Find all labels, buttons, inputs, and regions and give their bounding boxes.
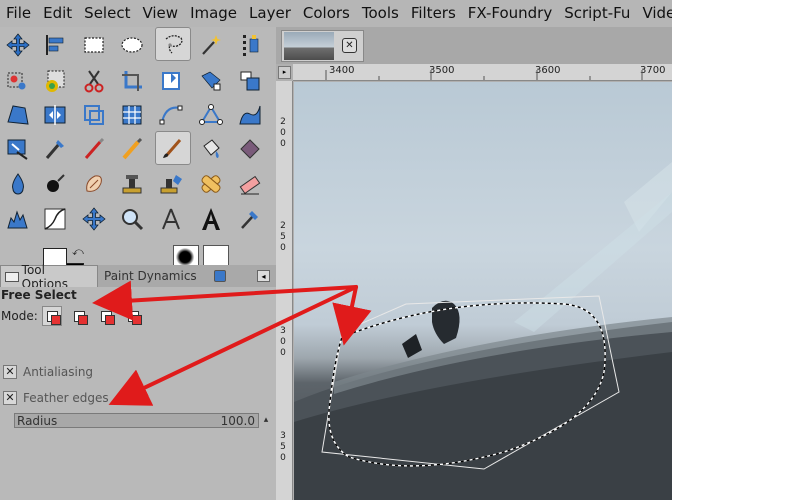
text-a-icon[interactable] [195,203,227,235]
bucket-fill-icon[interactable] [195,133,227,165]
tab-tool-options[interactable]: Tool Options [0,263,98,291]
tool-options-title: Free Select [1,288,77,302]
move-tool-icon[interactable] [2,29,34,61]
rotate-tool-icon[interactable] [155,65,187,97]
perspective-tool-icon[interactable] [2,99,34,131]
close-icon[interactable]: ✕ [342,38,357,53]
shear-tool-icon[interactable] [234,65,266,97]
menu-tools[interactable]: Tools [356,0,405,27]
menu-image[interactable]: Image [184,0,243,27]
menu-edit[interactable]: Edit [37,0,78,27]
radius-value: 100.0 [220,414,255,428]
mode-intersect-button[interactable] [123,306,143,326]
dock-menu-button[interactable]: ◂ [257,270,270,282]
mode-replace-button[interactable] [42,306,62,326]
menu-select[interactable]: Select [78,0,136,27]
swap-colors-icon[interactable]: ⤺ [72,245,84,259]
path-tool-icon[interactable] [155,99,187,131]
mode-subtract-icon [100,310,115,325]
menu-filters[interactable]: Filters [405,0,462,27]
measure-tool-icon[interactable] [195,99,227,131]
mode-intersect-icon [127,310,142,325]
perspective-clone-icon[interactable] [116,168,148,200]
text-tool-icon[interactable] [2,133,34,165]
foreground-select-icon[interactable] [39,65,71,97]
tab-paint-dynamics-label: Paint Dynamics [104,269,197,283]
levels-icon[interactable] [2,203,34,235]
image-tab-strip: ✕ [276,27,672,64]
image-tab[interactable]: ✕ [281,30,364,62]
color-picker-icon[interactable] [39,133,71,165]
airbrush-tool-icon[interactable] [2,168,34,200]
pencil-tool-icon[interactable] [78,133,110,165]
menu-colors[interactable]: Colors [297,0,356,27]
menu-script-fu[interactable]: Script-Fu [558,0,636,27]
tab-device-status[interactable] [210,265,230,287]
curves-icon[interactable] [39,203,71,235]
menu-fx-foundry[interactable]: FX-Foundry [462,0,558,27]
rect-select-icon[interactable] [78,29,110,61]
image-thumbnail [284,32,334,60]
image-canvas[interactable] [294,82,672,500]
ink-tool-icon[interactable] [39,168,71,200]
tool-options-panel: Free Select Mode: ✕ Antialiasing ✕ Feath… [0,287,276,473]
scissors-icon[interactable] [78,65,110,97]
dock-tab-bar: Tool Options Paint Dynamics ◂ [0,263,276,291]
smudge-tool-icon[interactable] [195,168,227,200]
device-status-icon [214,270,226,282]
menu-view[interactable]: View [136,0,184,27]
crop-tool-icon[interactable] [116,65,148,97]
tab-paint-dynamics[interactable]: Paint Dynamics [100,265,208,287]
eyedropper-icon[interactable] [234,203,266,235]
v-ruler-label: 250 [280,221,286,253]
antialiasing-label: Antialiasing [23,365,94,379]
clone-tool-icon[interactable] [78,168,110,200]
menu-layer[interactable]: Layer [243,0,297,27]
mode-add-button[interactable] [69,306,89,326]
brush-tool-icon[interactable] [155,131,191,165]
horizontal-ruler: 3400 3500 3600 3700 [293,64,672,81]
blend-tool-icon[interactable] [234,133,266,165]
scale-tool-icon[interactable] [195,65,227,97]
eraser-tool-icon[interactable] [234,168,266,200]
vertical-ruler: 200 250 300 350 [276,81,293,500]
feather-edges-checkbox[interactable]: ✕ [3,391,17,405]
mode-subtract-button[interactable] [96,306,116,326]
ellipse-select-icon[interactable] [116,29,148,61]
grid-tool-icon[interactable] [116,99,148,131]
compass-tool-icon[interactable] [155,203,187,235]
v-ruler-label: 200 [280,117,286,149]
fuzzy-select-icon[interactable] [195,29,227,61]
v-ruler-label: 300 [280,326,286,358]
scissors-select-icon[interactable] [2,65,34,97]
zoom-tool-icon[interactable] [116,203,148,235]
mode-add-icon [73,310,88,325]
radius-slider[interactable]: Radius 100.0 [14,413,259,428]
cage-tool-icon[interactable] [78,99,110,131]
radius-spin-button[interactable]: ▴ [260,413,272,428]
menu-file[interactable]: File [0,0,37,27]
mode-label: Mode: [1,309,38,323]
free-select-icon[interactable] [155,27,191,61]
warp-tool-icon[interactable] [234,99,266,131]
unified-transform-icon[interactable] [78,203,110,235]
flip-tool-icon[interactable] [39,99,71,131]
quick-mask-toggle-icon[interactable]: ▸ [278,66,291,79]
image-window: ✕ ▸ 3400 3500 3600 3700 200 250 3 0 0 3 … [276,27,672,500]
paintbrush-tool-icon[interactable] [116,133,148,165]
gimp-window: File Edit Select View Image Layer Colors… [0,0,672,500]
heal-tool-icon[interactable] [155,168,187,200]
color-select-icon[interactable] [234,29,266,61]
mode-replace-icon [46,310,61,325]
feather-edges-label: Feather edges [23,391,109,405]
radius-label: Radius [17,414,58,428]
align-tool-icon[interactable] [39,29,71,61]
menu-video[interactable]: Video [636,0,672,27]
tool-options-tab-icon [5,271,19,282]
antialiasing-checkbox[interactable]: ✕ [3,365,17,379]
v-ruler-label: 350 [280,431,286,463]
menu-bar: File Edit Select View Image Layer Colors… [0,0,672,27]
